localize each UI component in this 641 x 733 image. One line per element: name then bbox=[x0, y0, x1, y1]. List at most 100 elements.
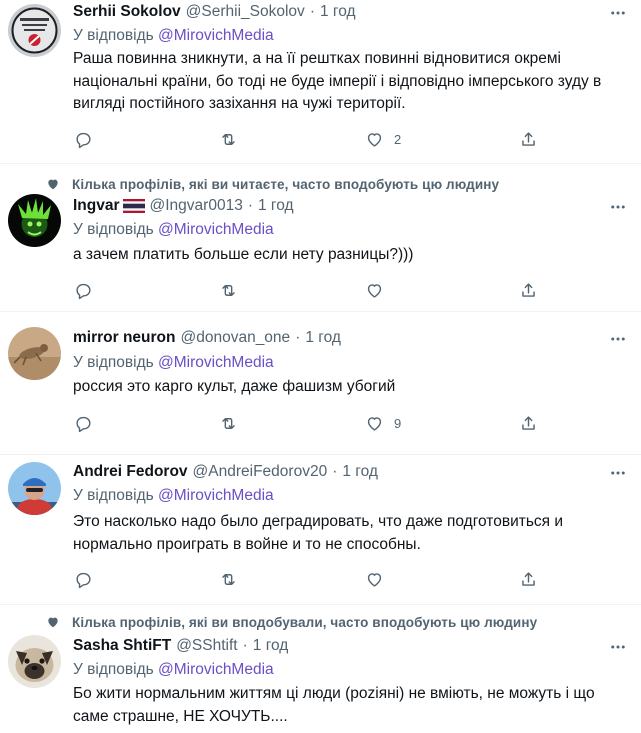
timestamp[interactable]: 1 год bbox=[305, 329, 341, 347]
timestamp[interactable]: 1 год bbox=[258, 197, 294, 215]
separator-dot: · bbox=[247, 197, 253, 214]
more-options-icon[interactable] bbox=[607, 636, 629, 658]
reply-to-label: У відповідь bbox=[73, 27, 154, 44]
tweet-item[interactable]: Andrei Fedorov @AndreiFedorov20 · 1 год … bbox=[0, 455, 641, 605]
share-icon bbox=[522, 571, 535, 586]
social-context: Кілька профілів, які ви вподобували, час… bbox=[44, 613, 537, 631]
tweet-text: а зачем платить больше если нету разницы… bbox=[73, 246, 414, 263]
avatar-ingvar bbox=[8, 194, 61, 247]
timestamp[interactable]: 1 год bbox=[342, 463, 378, 481]
avatar[interactable] bbox=[8, 327, 61, 380]
reply-to-line: У відповідь @MirovichMedia bbox=[73, 27, 274, 45]
tweet-item[interactable]: Кілька профілів, які ви читаєте, часто в… bbox=[0, 164, 641, 312]
retweet-button[interactable] bbox=[219, 568, 248, 590]
reply-icon bbox=[76, 132, 91, 148]
reply-to-label: У відповідь bbox=[73, 354, 154, 371]
reply-button[interactable] bbox=[74, 412, 103, 434]
tweet-text: россия это карго культ, даже фашизм убог… bbox=[73, 378, 396, 395]
retweet-button[interactable] bbox=[219, 279, 248, 301]
heart-icon bbox=[367, 572, 382, 587]
retweet-button[interactable] bbox=[219, 128, 248, 150]
reply-mention-link[interactable]: @MirovichMedia bbox=[158, 487, 274, 504]
heart-icon bbox=[367, 132, 382, 147]
retweet-icon bbox=[222, 133, 235, 145]
reply-mention-link[interactable]: @MirovichMedia bbox=[158, 221, 274, 238]
heart-small-icon bbox=[44, 613, 62, 631]
tweet-item[interactable]: Serhii Sokolov @Serhii_Sokolov · 1 год У… bbox=[0, 0, 641, 164]
author-handle[interactable]: @SShtift bbox=[176, 637, 237, 655]
avatar[interactable] bbox=[8, 635, 61, 688]
more-options-icon[interactable] bbox=[607, 328, 629, 350]
tweet-text: Раша повинна зникнути, а на її рештках п… bbox=[73, 50, 602, 112]
like-count: 2 bbox=[394, 131, 402, 147]
tweet-actions bbox=[73, 568, 543, 590]
author-name[interactable]: Ingvar bbox=[73, 197, 120, 215]
reply-to-label: У відповідь bbox=[73, 487, 154, 504]
avatar[interactable] bbox=[8, 194, 61, 247]
share-icon bbox=[522, 415, 535, 430]
like-button[interactable]: 2 bbox=[365, 128, 401, 150]
share-button[interactable] bbox=[519, 412, 538, 434]
avatar-sasha bbox=[8, 635, 61, 688]
timestamp[interactable]: 1 год bbox=[253, 637, 289, 655]
avatar[interactable] bbox=[8, 4, 61, 57]
share-button[interactable] bbox=[519, 128, 538, 150]
author-name[interactable]: Sasha ShtiFT bbox=[73, 637, 171, 655]
like-count: 9 bbox=[394, 415, 402, 431]
reply-button[interactable] bbox=[74, 128, 103, 150]
social-context-text: Кілька профілів, які ви читаєте, часто в… bbox=[72, 176, 500, 192]
avatar-mirror bbox=[8, 327, 61, 380]
retweet-button[interactable] bbox=[219, 412, 248, 434]
tweet-actions: 9 bbox=[73, 412, 543, 434]
avatar-andrei bbox=[8, 462, 61, 515]
retweet-icon bbox=[222, 573, 235, 585]
author-handle[interactable]: @Ingvar0013 bbox=[150, 197, 243, 215]
reply-mention-link[interactable]: @MirovichMedia bbox=[158, 27, 274, 44]
reply-icon bbox=[76, 416, 91, 432]
reply-to-line: У відповідь @MirovichMedia bbox=[73, 221, 274, 239]
like-button[interactable] bbox=[365, 279, 394, 301]
author-name[interactable]: Serhii Sokolov bbox=[73, 3, 181, 21]
tweet-item[interactable]: Кілька профілів, які ви вподобували, час… bbox=[0, 605, 641, 733]
social-context-text: Кілька профілів, які ви вподобували, час… bbox=[72, 614, 538, 630]
heart-small-icon bbox=[44, 175, 62, 193]
reply-to-label: У відповідь bbox=[73, 221, 154, 238]
reply-button[interactable] bbox=[74, 568, 103, 590]
author-handle[interactable]: @Serhii_Sokolov bbox=[186, 3, 305, 21]
separator-dot: · bbox=[309, 3, 315, 20]
tweet-item[interactable]: mirror neuron @donovan_one · 1 год У від… bbox=[0, 312, 641, 455]
more-options-icon[interactable] bbox=[607, 462, 629, 484]
timestamp[interactable]: 1 год bbox=[320, 3, 356, 21]
social-context: Кілька профілів, які ви читаєте, часто в… bbox=[44, 175, 499, 193]
like-button[interactable] bbox=[365, 568, 394, 590]
thai-flag-icon bbox=[122, 199, 145, 213]
author-name[interactable]: mirror neuron bbox=[73, 329, 175, 347]
separator-dot: · bbox=[332, 463, 338, 480]
retweet-icon bbox=[222, 417, 235, 429]
share-icon bbox=[522, 131, 535, 146]
share-button[interactable] bbox=[519, 568, 538, 590]
heart-icon bbox=[367, 283, 382, 298]
reply-icon bbox=[76, 283, 91, 299]
tweet-actions: 2 bbox=[73, 128, 543, 150]
more-options-icon[interactable] bbox=[607, 2, 629, 24]
retweet-icon bbox=[222, 284, 235, 296]
author-handle[interactable]: @donovan_one bbox=[180, 329, 290, 347]
more-options-icon[interactable] bbox=[607, 196, 629, 218]
share-button[interactable] bbox=[519, 279, 538, 301]
reply-to-line: У відповідь @MirovichMedia bbox=[73, 661, 274, 679]
separator-dot: · bbox=[295, 329, 301, 346]
reply-mention-link[interactable]: @MirovichMedia bbox=[158, 661, 274, 678]
reply-button[interactable] bbox=[74, 279, 103, 301]
avatar-serhii bbox=[8, 4, 61, 57]
like-button[interactable]: 9 bbox=[365, 412, 401, 434]
avatar[interactable] bbox=[8, 462, 61, 515]
reply-to-line: У відповідь @MirovichMedia bbox=[73, 354, 274, 372]
author-handle[interactable]: @AndreiFedorov20 bbox=[193, 463, 328, 481]
share-icon bbox=[522, 282, 535, 297]
separator-dot: · bbox=[242, 637, 248, 654]
author-name[interactable]: Andrei Fedorov bbox=[73, 463, 188, 481]
reply-to-label: У відповідь bbox=[73, 661, 154, 678]
reply-mention-link[interactable]: @MirovichMedia bbox=[158, 354, 274, 371]
heart-icon bbox=[367, 416, 382, 431]
